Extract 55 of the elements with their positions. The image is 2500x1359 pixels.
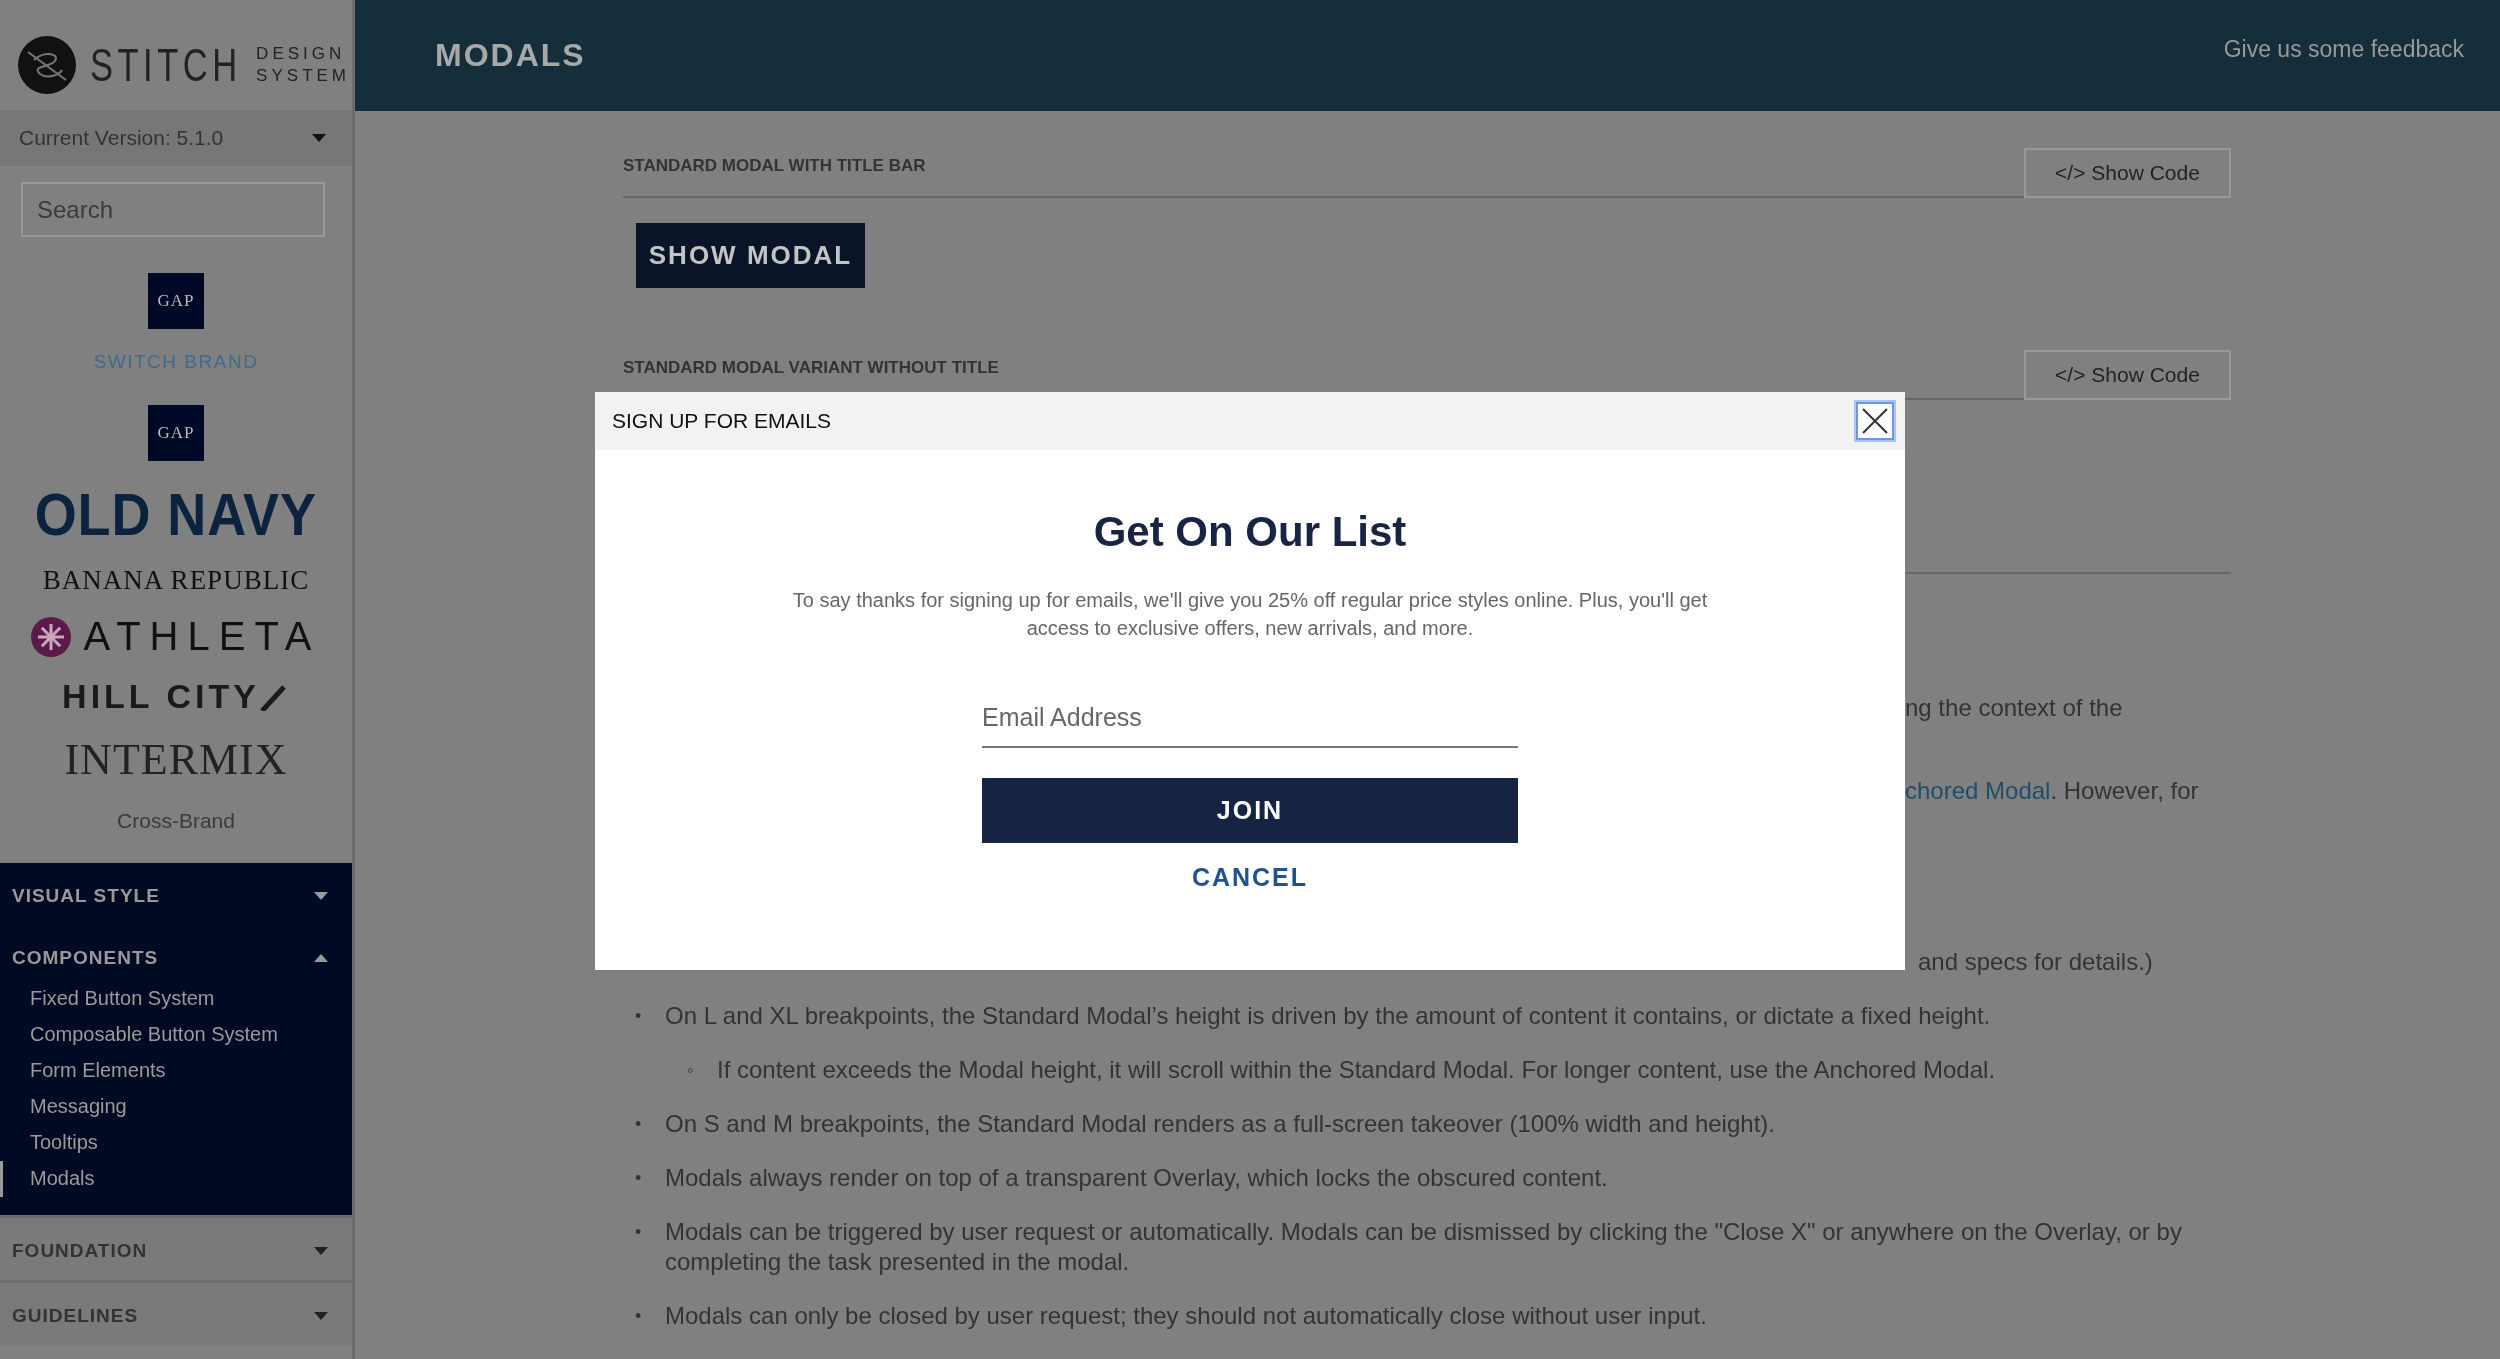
- bullet-marker: •: [635, 1221, 643, 1244]
- logo-subtitle: DESIGN: [256, 43, 347, 65]
- bullet-text: On S and M breakpoints, the Standard Modal renders as a full-screen takeover (100% width and height).: [665, 1109, 1776, 1139]
- brand-logo[interactable]: Cross-Brand: [117, 809, 235, 833]
- close-icon: [1861, 407, 1889, 435]
- feedback-link[interactable]: Give us some feedback: [2223, 36, 2464, 63]
- bullet-marker: •: [635, 1305, 643, 1328]
- bullet-marker: •: [635, 1113, 643, 1136]
- close-button[interactable]: [1856, 402, 1894, 440]
- brand-logo[interactable]: OLD NAVY: [34, 483, 318, 547]
- brand-logo[interactable]: ATHLETA: [83, 614, 321, 659]
- modal-title: SIGN UP FOR EMAILS: [612, 409, 831, 433]
- bullet-text: Modals can be triggered by user request or automatically. Modals can be dismissed by clicking the "Close X" or anywhere on the Overlay, or by completing the task presented in the modal.: [665, 1217, 2183, 1277]
- bullet-text: Modals can only be closed by user request; they should not automatically close without user input.: [665, 1301, 1708, 1331]
- brand-logo[interactable]: HILL CITY: [62, 677, 260, 716]
- brand-logo[interactable]: GAP: [148, 405, 204, 461]
- nav-item[interactable]: Form Elements: [0, 1053, 352, 1089]
- nav-section-title[interactable]: VISUAL STYLE: [12, 885, 160, 907]
- nav-section-title[interactable]: FOUNDATION: [12, 1240, 148, 1262]
- nav-item[interactable]: Modals: [0, 1161, 352, 1197]
- caret-down-icon: [312, 134, 326, 142]
- nav-section-title[interactable]: GUIDELINES: [12, 1305, 139, 1327]
- logo-wordmark: STITCH: [90, 38, 242, 92]
- nav-item[interactable]: Composable Button System: [0, 1017, 352, 1053]
- join-button[interactable]: JOIN: [982, 778, 1518, 843]
- nav-item[interactable]: Tooltips: [0, 1125, 352, 1161]
- example-title: STANDARD MODAL WITH TITLE BAR: [623, 156, 926, 177]
- bullet-text: Modals always render on top of a transparent Overlay, which locks the obscured content.: [665, 1163, 1609, 1193]
- modal-heading: Get On Our List: [1093, 508, 1407, 556]
- flower-icon: [31, 616, 72, 657]
- cancel-link[interactable]: CANCEL: [1191, 863, 1309, 892]
- show-modal-button[interactable]: SHOW MODAL: [636, 223, 865, 288]
- brand-logo[interactable]: BANANA REPUBLIC: [42, 565, 310, 596]
- bullet-text: If content exceeds the Modal height, it will scroll within the Standard Modal. For longer content, use the Anchored Modal.: [717, 1055, 1997, 1085]
- nav-section-title[interactable]: COMPONENTS: [12, 947, 159, 969]
- page-title: MODALS: [435, 37, 586, 74]
- search-field[interactable]: Search: [21, 182, 325, 237]
- brand-logo[interactable]: INTERMIX: [64, 734, 288, 785]
- bullet-text: and specs for details.): [1918, 947, 2153, 977]
- example-title: STANDARD MODAL VARIANT WITHOUT TITLE: [623, 358, 999, 379]
- paragraph: ng the context of the: [1905, 694, 2123, 722]
- nav-item[interactable]: Messaging: [0, 1089, 352, 1125]
- show-code-button[interactable]: </> Show Code: [2024, 148, 2231, 198]
- bullet-marker: ◦: [687, 1059, 695, 1082]
- logo-icon: [18, 36, 76, 94]
- bullet-text: On L and XL breakpoints, the Standard Modal’s height is driven by the amount of content it contains, or dictate a fixed height.: [665, 1001, 1992, 1031]
- show-code-button[interactable]: </> Show Code: [2024, 350, 2231, 400]
- modal-message: To say thanks for signing up for emails, we'll give you 25% off regular price styles online. Plus, you'll get access to exclusive offers, new arrivals, and more.: [791, 588, 1709, 641]
- paragraph: chored Modal. However, for: [1905, 777, 2199, 805]
- version-select[interactable]: Current Version: 5.1.0: [0, 110, 352, 166]
- nav-item[interactable]: Fixed Button System: [0, 981, 352, 1017]
- logo-subtitle: SYSTEM: [256, 65, 350, 87]
- current-brand-logo: GAP: [148, 273, 204, 329]
- bullet-marker: •: [635, 1167, 643, 1190]
- bullet-marker: •: [635, 1005, 643, 1028]
